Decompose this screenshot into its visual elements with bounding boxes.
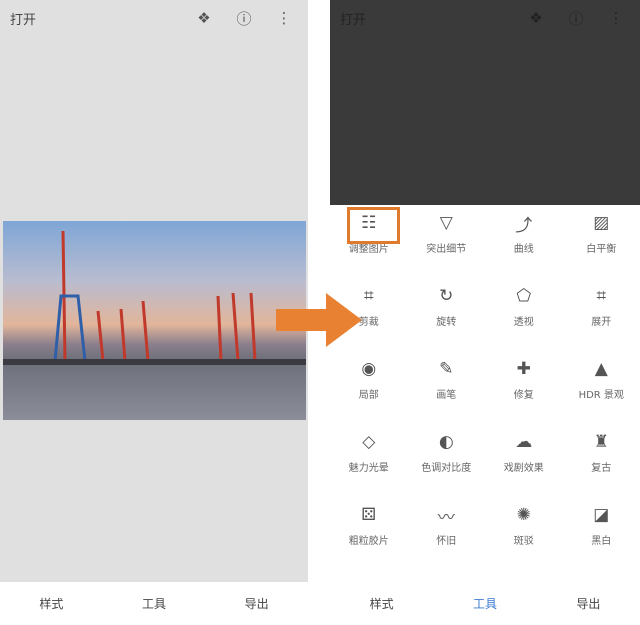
tool-perspective[interactable]: ⬠ 透视 — [485, 281, 563, 340]
tool-label: 展开 — [591, 317, 612, 328]
tool-label: 白平衡 — [586, 244, 617, 255]
tool-white-balance[interactable]: ▨ 白平衡 — [563, 208, 640, 267]
tab-tools[interactable]: 工具 — [142, 595, 166, 612]
hdr-icon: ▲ — [594, 359, 608, 379]
tool-label: HDR 景观 — [578, 390, 624, 401]
tool-rotate[interactable]: ↻ 旋转 — [408, 281, 486, 340]
tool-brush[interactable]: ✎ 画笔 — [408, 354, 486, 413]
rotate-icon: ↻ — [439, 286, 454, 306]
dimmed-preview: 打开 ❖ ⓘ ⋮ — [330, 0, 640, 205]
more-vert-icon[interactable]: ⋮ — [274, 8, 294, 28]
info-icon[interactable]: ⓘ — [566, 8, 586, 28]
photo-preview — [3, 221, 306, 420]
brush-icon: ✎ — [439, 359, 454, 379]
tool-label: 透视 — [513, 317, 534, 328]
tool-vintage[interactable]: ♜ 复古 — [563, 427, 640, 486]
tool-label: 黑白 — [591, 536, 612, 547]
right-screen: 打开 ❖ ⓘ ⋮ ☷ 调整图片 ▽ 突出细节 ⤴ 曲线 ▨ 白平衡 ⌗ 剪裁 ↻ 旋转 ⬠ 透视 ⌗ 展开 ◉ 局… — [330, 0, 640, 625]
perspective-icon: ⬠ — [516, 286, 532, 306]
open-button[interactable]: 打开 — [340, 9, 366, 28]
tool-label: 色调对比度 — [421, 463, 472, 474]
vintage-icon: ♜ — [593, 432, 609, 452]
tab-tools[interactable]: 工具 — [473, 595, 497, 612]
tool-label: 怀旧 — [436, 536, 457, 547]
tool-label: 曲线 — [513, 244, 534, 255]
tools-grid: ☷ 调整图片 ▽ 突出细节 ⤴ 曲线 ▨ 白平衡 ⌗ 剪裁 ↻ 旋转 ⬠ 透视 ⌗ 展开 ◉ 局部 ✎ 画笔 ✚ 修复 ▲ H… — [330, 208, 640, 559]
tool-label: 复古 — [591, 463, 612, 474]
layers-icon[interactable]: ❖ — [194, 8, 214, 28]
tool-healing[interactable]: ✚ 修复 — [485, 354, 563, 413]
bottom-nav: 样式 工具 导出 — [0, 582, 308, 625]
highlight-box — [347, 207, 400, 244]
grainy-film-icon: ⚄ — [361, 505, 377, 525]
expand-icon: ⌗ — [596, 286, 607, 306]
details-icon: ▽ — [439, 213, 453, 233]
selective-icon: ◉ — [361, 359, 377, 379]
tool-grunge[interactable]: ✺ 斑驳 — [485, 500, 563, 559]
top-bar: 打开 ❖ ⓘ ⋮ — [330, 0, 640, 36]
tool-curves[interactable]: ⤴ 曲线 — [485, 208, 563, 267]
tool-label: 画笔 — [436, 390, 457, 401]
tool-label: 斑驳 — [513, 536, 534, 547]
tool-tonal-contrast[interactable]: ◐ 色调对比度 — [408, 427, 486, 486]
tool-black-white[interactable]: ◪ 黑白 — [563, 500, 640, 559]
open-button[interactable]: 打开 — [10, 9, 36, 28]
tool-label: 修复 — [513, 390, 534, 401]
left-screen: 打开 ❖ ⓘ ⋮ 样式 工具 导出 — [0, 0, 308, 625]
tab-export[interactable]: 导出 — [576, 595, 600, 612]
top-bar: 打开 ❖ ⓘ ⋮ — [0, 0, 308, 36]
tool-label: 粗粒胶片 — [348, 536, 389, 547]
tool-expand[interactable]: ⌗ 展开 — [563, 281, 640, 340]
black-white-icon: ◪ — [593, 505, 610, 525]
tool-grainy-film[interactable]: ⚄ 粗粒胶片 — [330, 500, 408, 559]
tool-glamour-glow[interactable]: ◇ 魅力光晕 — [330, 427, 408, 486]
tool-label: 旋转 — [436, 317, 457, 328]
tab-export[interactable]: 导出 — [245, 595, 269, 612]
tool-label: 突出细节 — [426, 244, 467, 255]
tool-details[interactable]: ▽ 突出细节 — [408, 208, 486, 267]
tab-styles[interactable]: 样式 — [39, 595, 63, 612]
tool-selective[interactable]: ◉ 局部 — [330, 354, 408, 413]
crop-icon: ⌗ — [363, 286, 374, 306]
arrow-icon — [276, 293, 362, 347]
tab-styles[interactable]: 样式 — [370, 595, 394, 612]
info-icon[interactable]: ⓘ — [234, 8, 254, 28]
tool-label: 局部 — [358, 390, 379, 401]
more-vert-icon[interactable]: ⋮ — [606, 8, 626, 28]
bottom-nav: 样式 工具 导出 — [330, 582, 640, 625]
drama-icon: ☁ — [515, 432, 533, 452]
tool-label: 戏剧效果 — [503, 463, 544, 474]
tool-retrolux[interactable]: 〰怀旧 — [408, 500, 486, 559]
tool-label: 魅力光晕 — [348, 463, 389, 474]
layers-icon[interactable]: ❖ — [526, 8, 546, 28]
curves-icon: ⤴ — [515, 215, 533, 236]
white-balance-icon: ▨ — [593, 213, 610, 233]
healing-icon: ✚ — [516, 359, 531, 379]
tool-drama[interactable]: ☁ 戏剧效果 — [485, 427, 563, 486]
glamour-glow-icon: ◇ — [362, 432, 376, 452]
retrolux-icon: 〰 — [437, 507, 455, 528]
grunge-icon: ✺ — [516, 505, 531, 525]
tool-hdr[interactable]: ▲ HDR 景观 — [563, 354, 640, 413]
tonal-contrast-icon: ◐ — [438, 432, 454, 452]
